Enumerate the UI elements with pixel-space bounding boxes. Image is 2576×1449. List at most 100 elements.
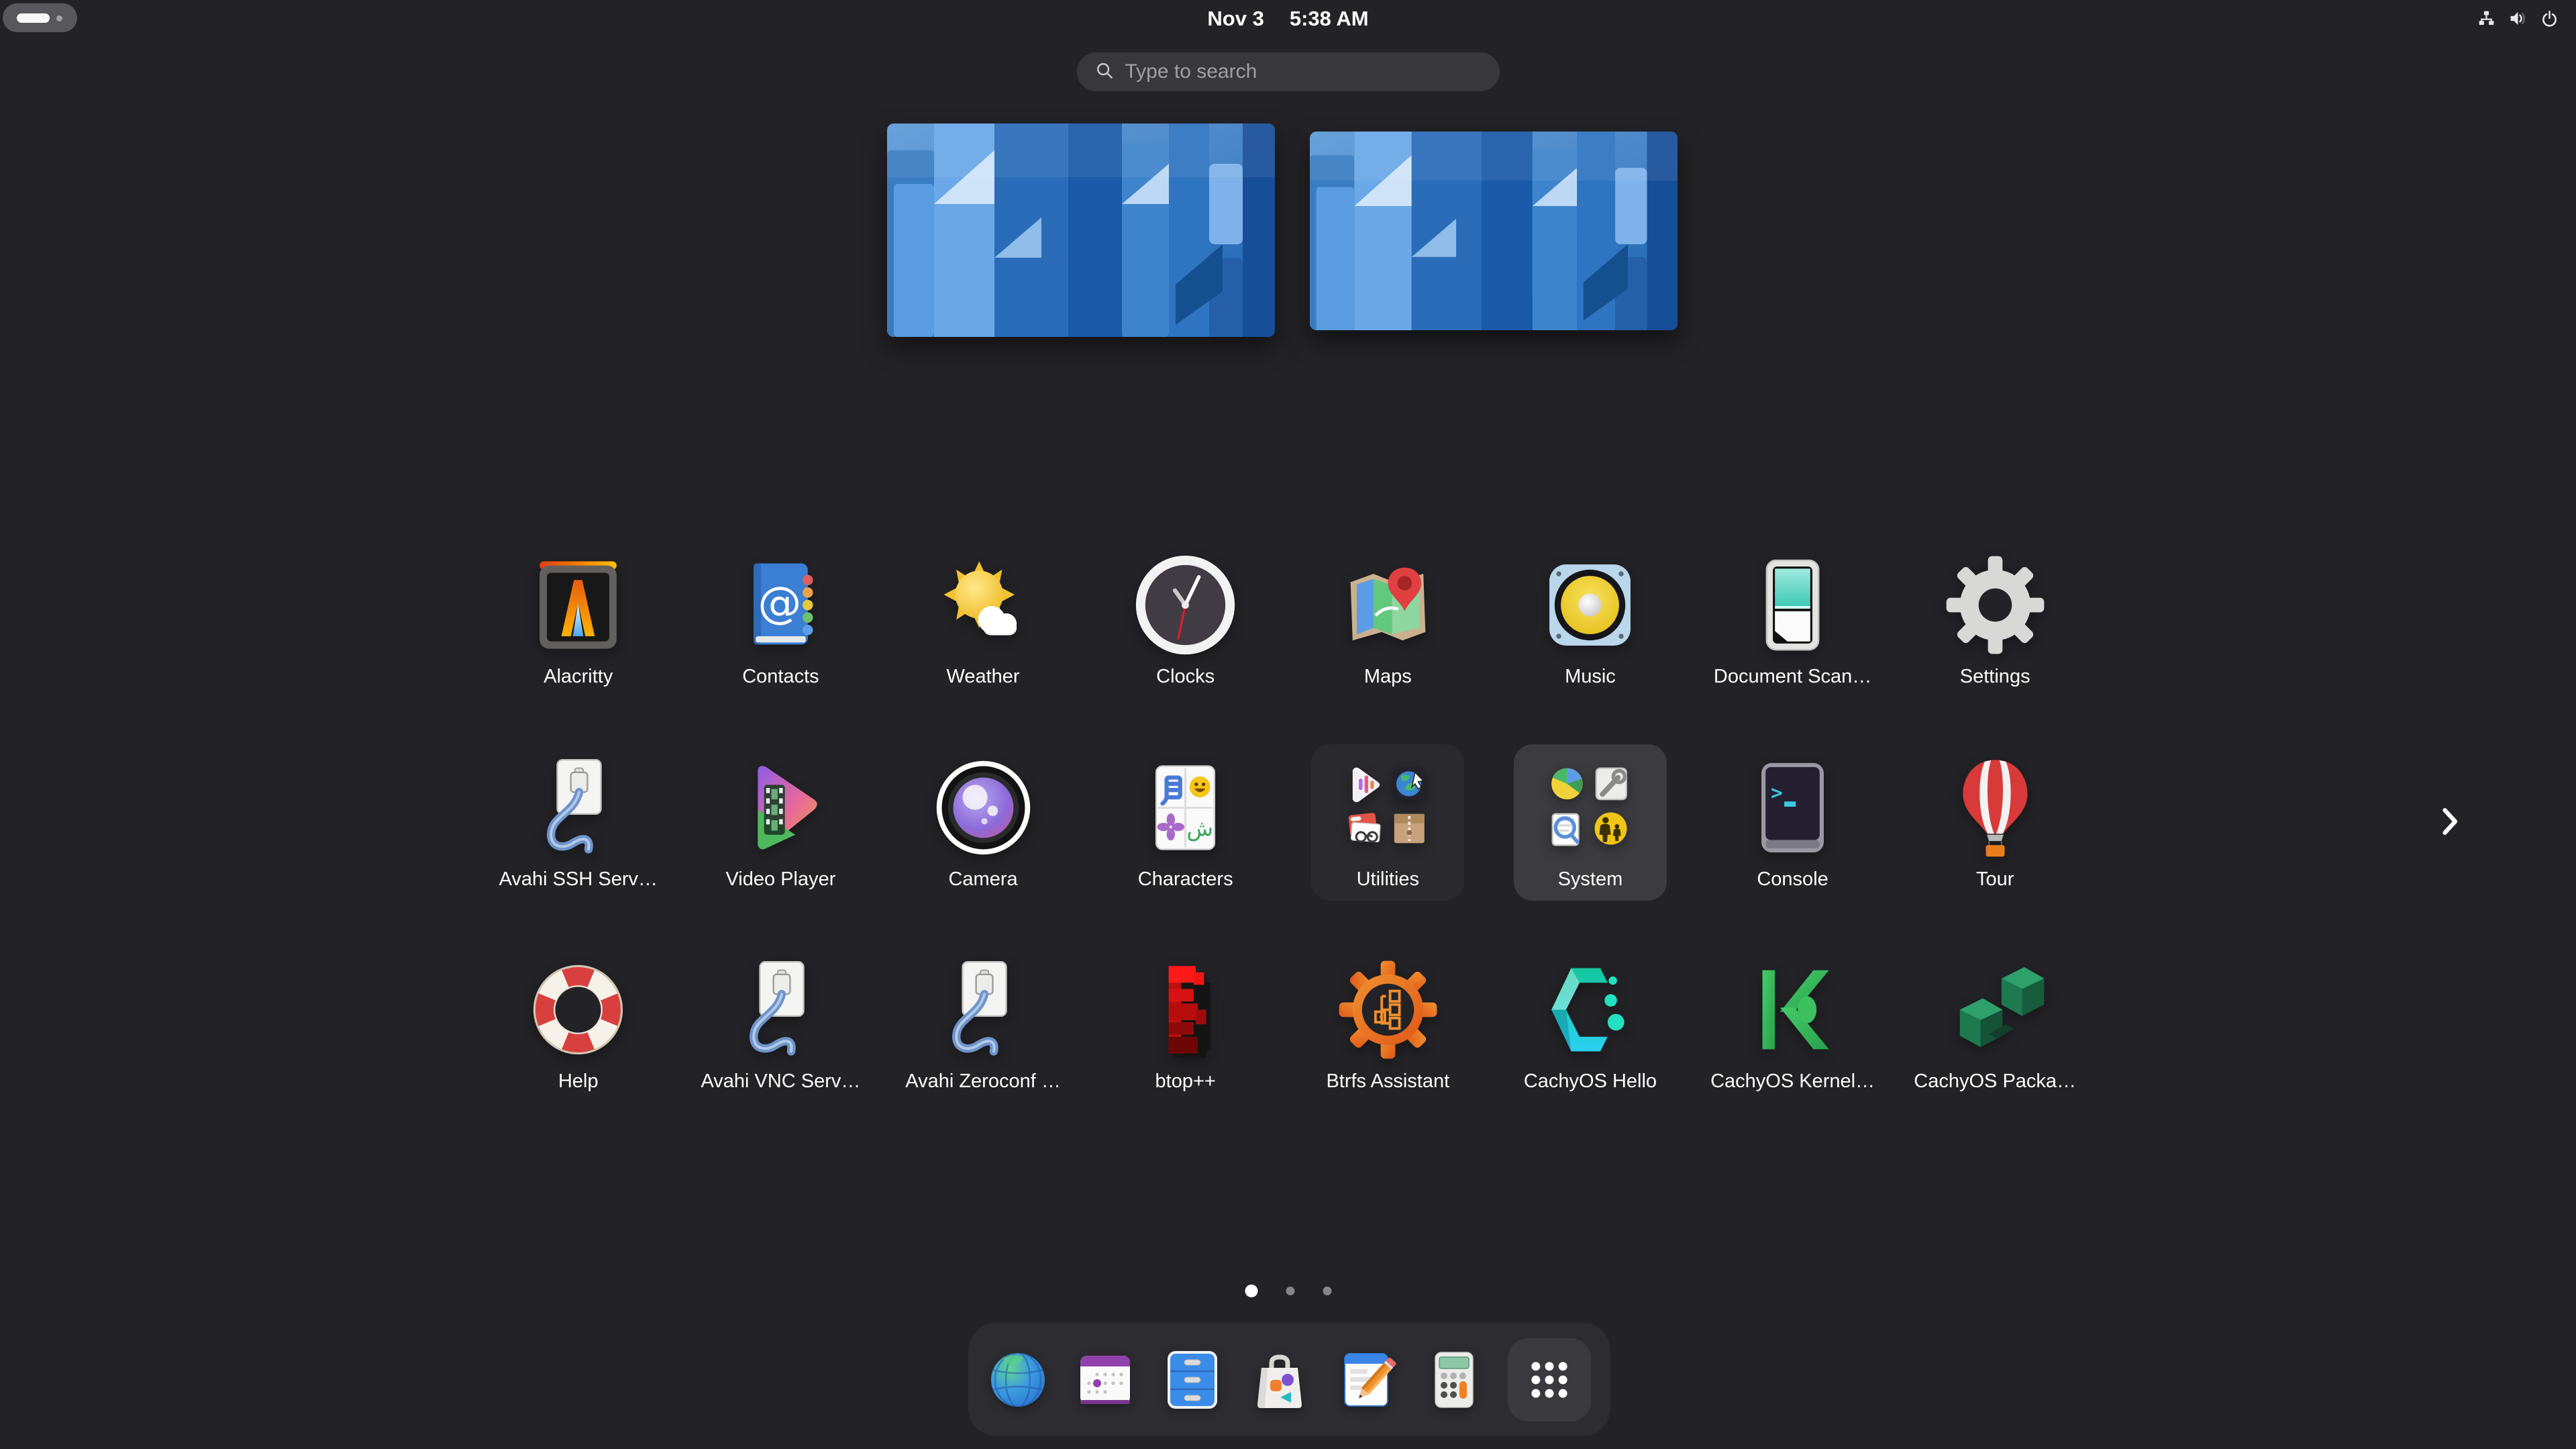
alacritty-icon: [526, 553, 630, 657]
search-input[interactable]: [1125, 60, 1500, 83]
workspace-thumbnail-1[interactable]: [887, 123, 1275, 337]
svg-text:@: @: [758, 578, 801, 628]
app-label: CachyOS Hello: [1524, 1070, 1657, 1093]
app-label: Video Player: [725, 868, 835, 891]
cachyos-hello-icon: [1538, 958, 1642, 1062]
app-label: Btrfs Assistant: [1326, 1070, 1449, 1093]
app-label: Console: [1757, 868, 1828, 891]
app-alacritty[interactable]: Alacritty: [477, 553, 680, 756]
app-cachyos-hello[interactable]: CachyOS Hello: [1489, 958, 1692, 1160]
app-weather[interactable]: Weather: [882, 553, 1084, 756]
dock-show-apps-button[interactable]: [1508, 1338, 1591, 1421]
app-label: Maps: [1364, 666, 1412, 688]
app-document-scanner[interactable]: Document Scan…: [1692, 553, 1894, 756]
dock-item-web[interactable]: [984, 1346, 1051, 1413]
characters-icon: ش: [1133, 756, 1237, 860]
app-camera[interactable]: Camera: [882, 756, 1084, 958]
app-grid: Alacritty @ Contacts Weathe: [477, 553, 2096, 1160]
top-bar: Nov 3 5:38 AM: [0, 0, 2576, 37]
app-characters[interactable]: ش Characters: [1084, 756, 1287, 958]
contacts-icon: @: [729, 553, 833, 657]
folder-label: Utilities: [1357, 868, 1419, 891]
console-icon: >: [1741, 756, 1845, 860]
folder-system[interactable]: System: [1489, 756, 1692, 958]
app-label: Camera: [948, 868, 1017, 891]
system-status-area[interactable]: [2477, 0, 2559, 37]
utilities-folder-icon: [1336, 756, 1440, 860]
app-avahi-zeroconf[interactable]: Avahi Zeroconf …: [882, 958, 1084, 1160]
chevron-right-icon: [2441, 805, 2460, 840]
folder-label: System: [1558, 868, 1623, 891]
app-avahi-vnc[interactable]: Avahi VNC Serv…: [680, 958, 882, 1160]
app-label: Avahi VNC Serv…: [701, 1070, 860, 1093]
app-label: Avahi SSH Serv…: [499, 868, 658, 891]
software-store-icon: [1246, 1346, 1313, 1413]
app-settings[interactable]: Settings: [1894, 553, 2096, 756]
app-label: Alacritty: [544, 666, 613, 688]
page-dot-3[interactable]: [1323, 1287, 1331, 1295]
app-clocks[interactable]: Clocks: [1084, 553, 1287, 756]
search-icon: [1094, 60, 1115, 84]
dock-item-calculator[interactable]: [1421, 1346, 1488, 1413]
cachyos-package-installer-icon: [1943, 958, 2047, 1062]
avahi-vnc-icon: [729, 958, 833, 1062]
app-cachyos-kernel-manager[interactable]: CachyOS Kernel…: [1692, 958, 1894, 1160]
maps-icon: [1336, 553, 1440, 657]
help-lifebuoy-icon: [526, 958, 630, 1062]
app-label: Help: [558, 1070, 599, 1093]
web-browser-icon: [984, 1346, 1051, 1413]
app-label: Avahi Zeroconf …: [905, 1070, 1061, 1093]
page-indicator: [1245, 1284, 1331, 1297]
calculator-icon: [1421, 1346, 1488, 1413]
clock-menu[interactable]: Nov 3 5:38 AM: [0, 0, 2576, 37]
tour-balloon-icon: [1943, 756, 2047, 860]
app-label: Characters: [1138, 868, 1233, 891]
calendar-icon: [1072, 1346, 1139, 1413]
system-folder-icon: [1538, 756, 1642, 860]
folder-utilities[interactable]: Utilities: [1287, 756, 1490, 958]
date-label: Nov 3: [1207, 7, 1264, 31]
dash-dock: [968, 1323, 1610, 1436]
workspace-thumbnail-2[interactable]: [1310, 132, 1678, 330]
search-bar[interactable]: [1077, 52, 1500, 91]
page-dot-2[interactable]: [1286, 1287, 1294, 1295]
app-music[interactable]: Music: [1489, 553, 1692, 756]
volume-icon: [2508, 9, 2528, 28]
app-label: Tour: [1976, 868, 2014, 891]
app-label: CachyOS Kernel…: [1710, 1070, 1875, 1093]
dock-item-text-editor[interactable]: [1333, 1346, 1400, 1413]
app-help[interactable]: Help: [477, 958, 680, 1160]
app-btrfs-assistant[interactable]: Btrfs Assistant: [1287, 958, 1490, 1160]
camera-icon: [931, 756, 1035, 860]
dock-item-calendar[interactable]: [1072, 1346, 1139, 1413]
weather-icon: [931, 553, 1035, 657]
app-avahi-ssh[interactable]: Avahi SSH Serv…: [477, 756, 680, 958]
page-dot-1[interactable]: [1245, 1285, 1257, 1297]
app-cachyos-package-installer[interactable]: CachyOS Packa…: [1894, 958, 2096, 1160]
app-label: Music: [1565, 666, 1616, 688]
app-label: Weather: [947, 666, 1020, 688]
svg-text:ش: ش: [1187, 815, 1214, 841]
app-tour[interactable]: Tour: [1894, 756, 2096, 958]
app-maps[interactable]: Maps: [1287, 553, 1490, 756]
power-icon: [2540, 9, 2559, 28]
dock-item-files[interactable]: [1159, 1346, 1226, 1413]
app-label: Document Scan…: [1714, 666, 1871, 688]
wired-network-icon: [2477, 9, 2496, 28]
btrfs-assistant-icon: [1336, 958, 1440, 1062]
text-editor-icon: [1333, 1346, 1400, 1413]
app-console[interactable]: > Console: [1692, 756, 1894, 958]
app-btop[interactable]: btop++: [1084, 958, 1287, 1160]
app-label: Clocks: [1156, 666, 1215, 688]
next-page-button[interactable]: [2424, 794, 2477, 850]
dock-item-software[interactable]: [1246, 1346, 1313, 1413]
cachyos-kernel-manager-icon: [1741, 958, 1845, 1062]
app-grid-icon: [1525, 1356, 1574, 1404]
svg-text:>: >: [1771, 781, 1783, 804]
app-video-player[interactable]: Video Player: [680, 756, 882, 958]
app-contacts[interactable]: @ Contacts: [680, 553, 882, 756]
app-label: btop++: [1155, 1070, 1216, 1093]
music-icon: [1538, 553, 1642, 657]
time-label: 5:38 AM: [1290, 7, 1369, 31]
app-label: Settings: [1960, 666, 2030, 688]
